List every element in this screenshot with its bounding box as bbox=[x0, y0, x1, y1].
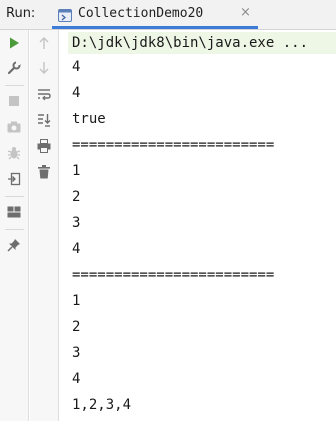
toolbar-separator bbox=[5, 196, 24, 197]
console-line: 1,2,3,4 bbox=[72, 397, 132, 413]
tab-label: CollectionDemo20 bbox=[78, 6, 204, 21]
toolbar-separator bbox=[5, 85, 24, 86]
wrench-icon[interactable] bbox=[3, 57, 25, 79]
console-output[interactable]: D:\jdk\jdk8\bin\java.exe ... 4 4 true ==… bbox=[60, 30, 336, 421]
print-icon[interactable] bbox=[33, 135, 55, 157]
console-line: 4 bbox=[72, 59, 81, 75]
console-line: 4 bbox=[72, 85, 81, 101]
camera-icon[interactable] bbox=[3, 116, 25, 138]
console-line: 4 bbox=[72, 371, 81, 387]
console-line: 3 bbox=[72, 345, 81, 361]
stop-icon[interactable] bbox=[3, 90, 25, 112]
run-icon[interactable] bbox=[3, 32, 25, 54]
console-separator-line: ======================== bbox=[72, 137, 275, 153]
trash-icon[interactable] bbox=[33, 161, 55, 183]
console-line: 2 bbox=[72, 189, 81, 205]
run-label: Run: bbox=[6, 6, 36, 21]
console-line: 4 bbox=[72, 241, 81, 257]
toolbar-separator bbox=[5, 229, 24, 230]
run-config-icon bbox=[58, 7, 72, 22]
console-line: true bbox=[72, 111, 106, 127]
arrow-down-icon[interactable] bbox=[33, 57, 55, 79]
console-line: 1 bbox=[72, 293, 81, 309]
arrow-up-icon[interactable] bbox=[33, 32, 55, 54]
close-icon[interactable]: × bbox=[240, 5, 251, 20]
console-toolbar bbox=[30, 30, 59, 421]
exit-icon[interactable] bbox=[3, 168, 25, 190]
console-line: 1 bbox=[72, 163, 81, 179]
console-line: 3 bbox=[72, 215, 81, 231]
layout-icon[interactable] bbox=[3, 201, 25, 223]
run-toolbar bbox=[0, 30, 29, 421]
pin-icon[interactable] bbox=[3, 234, 25, 256]
scroll-to-end-icon[interactable] bbox=[33, 109, 55, 131]
console-separator-line: ======================== bbox=[72, 267, 275, 283]
run-tool-window: Run: CollectionDemo20 × D:\jdk\jdk8\bin\… bbox=[0, 0, 336, 421]
soft-wrap-icon[interactable] bbox=[33, 83, 55, 105]
run-header: Run: CollectionDemo20 × bbox=[0, 0, 336, 30]
console-command-line: D:\jdk\jdk8\bin\java.exe ... bbox=[68, 32, 336, 54]
tab-collectiondemo20[interactable]: CollectionDemo20 × bbox=[52, 0, 258, 29]
console-line: 2 bbox=[72, 319, 81, 335]
debug-icon[interactable] bbox=[3, 142, 25, 164]
